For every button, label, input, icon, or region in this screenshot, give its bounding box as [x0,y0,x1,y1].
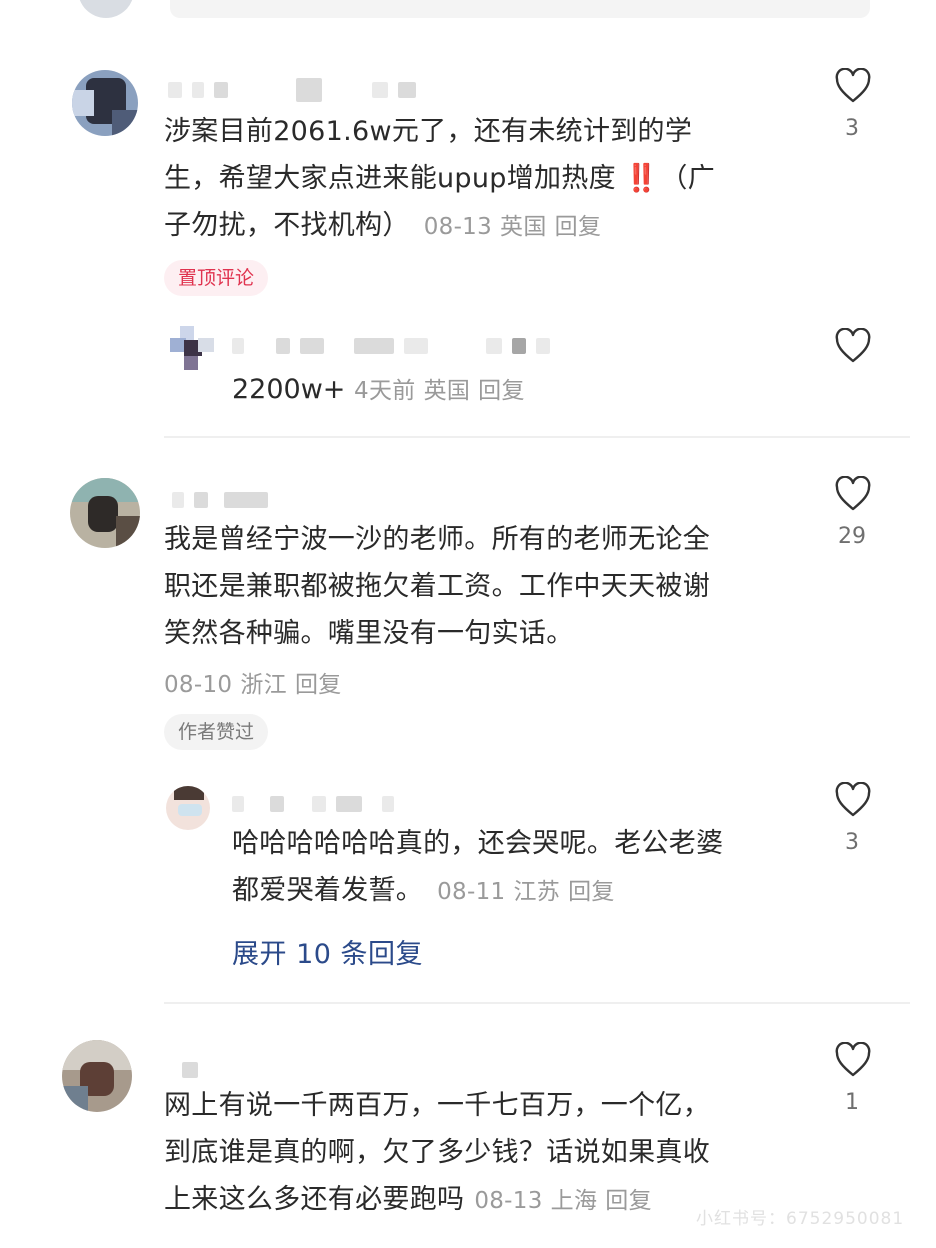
pinned-badge: 置顶评论 [164,260,269,296]
like-count: 3 [845,830,859,855]
comment-line-text: 子勿扰，不找机构） [164,210,410,241]
comment-date: 08-13 [474,1188,543,1214]
expand-replies-link[interactable]: 展开 10 条回复 [232,932,423,971]
heart-outline-icon[interactable] [834,68,872,104]
reply-button[interactable]: 回复 [295,672,342,698]
comment-location: 浙江 [240,672,287,698]
reply-meta: 4天前 英国 回复 [354,378,525,404]
comment-line: 我是曾经宁波一沙的老师。所有的老师无论全 [164,524,710,555]
comment-date: 08-10 [164,672,233,698]
author-liked-badge: 作者赞过 [164,714,269,750]
reply-button[interactable]: 回复 [605,1188,652,1214]
heart-outline-icon[interactable] [834,328,872,364]
comment-meta: 08-13 英国 回复 [424,214,602,240]
previous-avatar [78,0,134,18]
reply-button[interactable]: 回复 [568,879,615,905]
reply-button[interactable]: 回复 [478,378,525,404]
reply-text-row[interactable]: 2200w+ 4天前 英国 回复 [232,370,525,411]
like-count: 3 [845,116,859,141]
reply-date: 4天前 [354,378,416,404]
comment-line-tail: （广 [660,163,716,194]
reply-username-blurred[interactable] [232,336,550,356]
divider [164,436,910,438]
comment-text[interactable]: 涉案目前2061.6w元了，还有未统计到的学 生，希望大家点进来能upup增加热… [164,108,804,251]
double-exclamation-icon: ‼️ [624,163,659,194]
comment-line: 网上有说一千两百万，一千七百万，一个亿， [164,1090,710,1121]
reply-location: 江苏 [513,879,561,905]
avatar[interactable] [62,1040,132,1112]
comment-line: 到底谁是真的啊，欠了多少钱？话说如果真收 [164,1137,710,1168]
reply-text: 2200w+ [232,374,346,405]
comment-line: 子勿扰，不找机构） 08-13 英国 回复 [164,202,804,251]
comment-location: 英国 [500,214,547,240]
username-blurred[interactable] [168,78,416,102]
comment-meta: 08-10 浙江 回复 [164,665,342,699]
avatar[interactable] [72,70,138,136]
reply-username-blurred[interactable] [232,794,394,814]
reply-line-text: 都爱哭着发誓。 [232,875,424,906]
reply-avatar[interactable] [170,326,214,370]
reply-date: 08-11 [437,879,506,905]
comment-line: 生，希望大家点进来能upup增加热度 ‼️ （广 [164,155,804,202]
like-count: 29 [838,524,866,549]
username-blurred[interactable] [172,490,268,510]
reply-line: 都爱哭着发誓。 08-11 江苏 回复 [232,867,812,916]
comment-text[interactable]: 我是曾经宁波一沙的老师。所有的老师无论全 职还是兼职都被拖欠着工资。工作中天天被… [164,516,804,657]
reply-location: 英国 [423,378,471,404]
reply-button[interactable]: 回复 [555,214,602,240]
comment-line-text: 上来这么多还有必要跑吗 [164,1184,465,1215]
heart-outline-icon[interactable] [834,476,872,512]
username-blurred[interactable] [182,1060,198,1080]
comment-line-text: 生，希望大家点进来能upup增加热度 [164,163,616,194]
heart-outline-icon[interactable] [834,782,872,818]
reply-line: 哈哈哈哈哈哈真的，还会哭呢。老公老婆 [232,828,724,859]
previous-input-bar [170,0,870,18]
divider [164,1002,910,1004]
avatar[interactable] [70,478,140,548]
reply-avatar[interactable] [166,786,210,830]
comment-line: 笑然各种骗。嘴里没有一句实话。 [164,618,574,649]
reply-meta: 08-11 江苏 回复 [437,879,615,905]
comment-line: 涉案目前2061.6w元了，还有未统计到的学 [164,116,693,147]
heart-outline-icon[interactable] [834,1042,872,1078]
like-count: 1 [845,1090,859,1115]
watermark: 小红书号：6752950081 [696,1209,905,1229]
comment-date: 08-13 [423,214,493,240]
comment-meta: 08-13 上海 回复 [474,1188,652,1214]
comment-line: 职还是兼职都被拖欠着工资。工作中天天被谢 [164,571,710,602]
reply-text[interactable]: 哈哈哈哈哈哈真的，还会哭呢。老公老婆 都爱哭着发誓。 08-11 江苏 回复 [232,820,812,916]
comment-location: 上海 [550,1188,598,1214]
